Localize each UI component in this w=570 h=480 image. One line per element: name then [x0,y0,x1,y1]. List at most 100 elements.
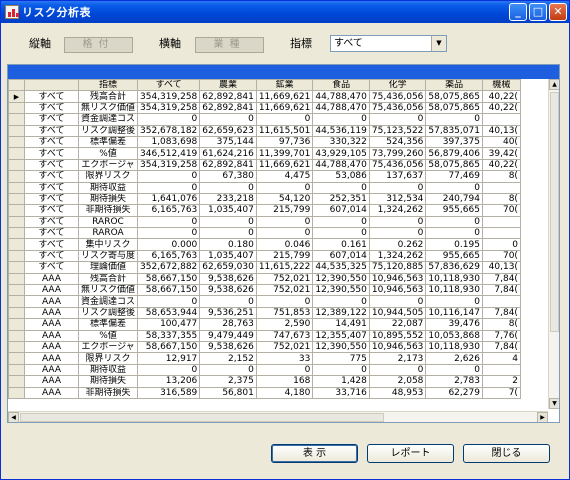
table-row[interactable]: AAA エクポージャ 58,667,150 9,538,626 752,021 12,39… [8,340,521,354]
row-selector[interactable] [8,352,25,365]
row-selector[interactable] [8,363,25,377]
column-header[interactable]: 指標 [77,78,139,92]
value-cell: 12,389,122 [312,306,370,320]
table-row[interactable]: すべて 標準偏差 1,083,698 375,144 97,736 330,322 524,… [8,135,521,149]
value-cell: 10,118,930 [425,340,483,354]
row-selector[interactable] [8,238,25,251]
value-cell: 10,946,563 [368,272,427,286]
horizontal-scroll-thumb[interactable] [20,413,384,422]
chevron-down-icon[interactable]: ▼ [431,36,446,51]
table-row[interactable]: AAA リスク調整後 58,653,944 9,536,251 751,853 12,38… [8,306,521,320]
table-row[interactable]: すべて %値 346,512,419 61,624,216 11,399,701 43,9… [8,147,521,160]
value-cell: 751,853 [255,306,314,320]
close-window-button[interactable]: ✕ [549,3,567,21]
row-selector[interactable] [8,329,25,343]
row-selector[interactable] [8,340,25,354]
table-row[interactable]: AAA 無リスク価値 58,667,150 9,538,626 752,021 12,39… [8,284,521,297]
value-cell: 58,653,944 [137,306,201,320]
table-row[interactable]: すべて 期待損失 1,641,076 233,218 54,120 252,351 312,… [8,192,521,206]
row-selector[interactable] [8,113,25,126]
maximize-button[interactable]: □ [529,3,547,21]
table-row[interactable]: すべて 非期待損失 6,165,763 1,035,407 215,799 607,014… [8,204,521,217]
title-bar[interactable]: リスク分析表 _ □ ✕ [1,1,569,23]
table-row[interactable]: AAA 残高合計 58,667,150 9,538,626 752,021 12,390,… [8,272,521,286]
value-cell: 62,279 [425,386,483,399]
scroll-right-icon[interactable]: ▶ [537,412,548,422]
row-selector[interactable] [8,284,25,297]
scroll-up-icon[interactable]: ▲ [549,79,559,90]
table-row[interactable]: AAA 非期待損失 316,589 56,801 4,180 33,716 48,953 62… [8,386,521,399]
minimize-button[interactable]: _ [509,3,527,21]
table-row[interactable]: ▶ すべて 残高合計 354,319,258 62,892,841 11,669,621 4… [8,90,521,103]
column-header[interactable]: 食品 [312,78,370,92]
table-row[interactable]: すべて リスク調整後 352,678,182 62,659,623 11,615,501… [8,124,521,137]
row-selector[interactable] [8,147,25,160]
row-selector[interactable] [8,295,25,308]
row-selector[interactable] [8,135,25,149]
column-header[interactable]: 農業 [199,78,257,92]
value-cell: 33 [255,352,314,365]
value-cell: 75,120,885 [368,261,427,274]
table-row[interactable]: すべて 理論価値 352,672,882 62,659,030 11,615,222 44… [8,261,521,274]
row-selector[interactable] [8,181,25,194]
row-selector[interactable] [8,158,25,172]
metric-select[interactable]: すべて ▼ [330,35,447,52]
row-selector[interactable] [8,101,25,115]
row-selector[interactable] [8,215,25,229]
column-header[interactable]: すべて [137,78,201,92]
table-row[interactable]: すべて 期待収益 0 0 0 0 0 0 [8,181,521,194]
scroll-down-icon[interactable]: ▼ [549,398,559,409]
row-selector[interactable] [8,306,25,320]
table-row[interactable]: すべて 限界リスク 0 67,380 4,475 53,086 137,637 77,469 8… [8,170,521,183]
data-grid[interactable]: 指標 すべて 農業 鉱業 食品 化学 薬品 機械 ▶ すべて 残高合計 354,319,258 62,… [7,64,560,423]
row-selector[interactable] [8,261,25,274]
table-row[interactable]: AAA 標準偏差 100,477 28,763 2,590 14,491 22,087 39,… [8,318,521,331]
value-cell: 10,116,147 [425,306,483,320]
vertical-scrollbar[interactable]: ▲ ▼ [548,79,559,409]
table-row[interactable]: すべて エクポージャ 354,319,258 62,892,841 11,669,621… [8,158,521,172]
row-selector-header[interactable] [8,78,25,92]
row-selector[interactable]: ▶ [8,90,25,103]
value-cell: 8( [481,318,521,331]
table-row[interactable]: すべて 資金調達コス 0 0 0 0 0 0 [8,113,521,126]
value-cell: 1,035,407 [199,204,257,217]
close-button[interactable]: 閉じる [463,444,550,463]
row-selector[interactable] [8,318,25,331]
metric-cell: 無リスク価値 [77,101,139,115]
row-selector[interactable] [8,386,25,399]
scroll-left-icon[interactable]: ◀ [8,412,19,422]
column-header[interactable]: 機械 [481,78,521,92]
row-selector[interactable] [8,124,25,137]
row-selector[interactable] [8,375,25,388]
table-row[interactable]: AAA %値 58,337,355 9,479,449 747,673 12,355,40… [8,329,521,343]
table-row[interactable]: AAA 期待損失 13,206 2,375 168 1,428 2,058 2,783 2 [8,375,521,388]
table-row[interactable]: すべて RAROC 0 0 0 0 0 0 [8,215,521,229]
value-cell: 312,534 [368,192,427,206]
column-header[interactable] [24,78,79,92]
value-cell: 0 [425,295,483,308]
table-row[interactable]: すべて 集中リスク 0.000 0.180 0.046 0.161 0.262 0.195 0 [8,238,521,251]
report-button[interactable]: レポート [367,444,454,463]
metric-cell: 集中リスク [77,238,139,251]
rating-cell: すべて [24,158,79,172]
row-selector[interactable] [8,249,25,263]
vertical-scroll-thumb[interactable] [550,92,559,332]
row-selector[interactable] [8,170,25,183]
table-row[interactable]: AAA 資金調達コス 0 0 0 0 0 0 [8,295,521,308]
table-row[interactable]: すべて 無リスク価値 354,319,258 62,892,841 11,669,621… [8,101,521,115]
value-cell: 58,075,865 [425,158,483,172]
row-selector[interactable] [8,272,25,286]
value-cell: 44,788,470 [312,90,370,103]
column-header[interactable]: 鉱業 [255,78,314,92]
row-selector[interactable] [8,192,25,206]
table-row[interactable]: すべて リスク寄与度 6,165,763 1,035,407 215,799 607,01… [8,249,521,263]
table-row[interactable]: AAA 限界リスク 12,917 2,152 33 775 2,173 2,626 4 [8,352,521,365]
display-button[interactable]: 表 示 [271,444,358,463]
row-selector[interactable] [8,204,25,217]
column-header[interactable]: 化学 [368,78,427,92]
table-row[interactable]: すべて RAROA 0 0 0 0 0 0 [8,227,521,240]
row-selector[interactable] [8,227,25,240]
column-header[interactable]: 薬品 [425,78,483,92]
horizontal-scrollbar[interactable]: ◀ ▶ [8,411,548,422]
table-row[interactable]: AAA 期待収益 0 0 0 0 0 0 [8,363,521,377]
